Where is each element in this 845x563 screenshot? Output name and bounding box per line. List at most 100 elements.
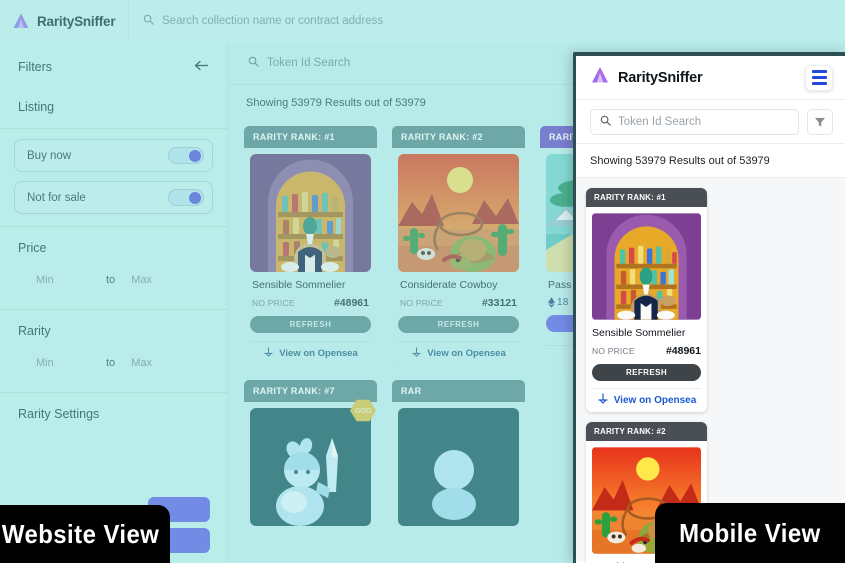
rarity-settings-heading[interactable]: Rarity Settings	[0, 393, 227, 435]
mobile-view-label-text: Mobile View	[679, 517, 821, 548]
triangle-logo-icon	[12, 12, 30, 30]
rarity-rank-badge: RARITY RANK: #7	[244, 380, 377, 402]
view-on-opensea-link[interactable]: View on Opensea	[592, 388, 701, 406]
nft-title: Considerate Cowboy	[400, 279, 498, 291]
nft-artwork-crystal-misc	[398, 408, 519, 526]
mobile-token-search-input[interactable]: Token Id Search	[590, 108, 799, 135]
nft-title: Sensible Sommelier	[252, 279, 346, 291]
nft-card-body: GOO	[244, 399, 377, 540]
search-icon	[600, 113, 611, 131]
view-on-opensea-link[interactable]: View on Opensea	[398, 341, 519, 359]
rarity-max-input[interactable]	[125, 350, 192, 376]
toggle-not-for-sale-switch[interactable]	[168, 189, 204, 206]
nft-token-id: #48961	[333, 297, 369, 309]
hamburger-line	[811, 82, 827, 85]
opensea-boat-icon	[411, 346, 422, 360]
nft-price-row: NO PRICE #33121	[400, 297, 517, 309]
rarity-rank-badge: RARITY RANK: #2	[586, 422, 707, 441]
nft-price-row: NO PRICE #48961	[252, 297, 369, 309]
mobile-view-label-banner: Mobile View	[655, 503, 845, 563]
price-section-heading: Price	[18, 241, 47, 255]
filter-funnel-icon[interactable]	[807, 108, 833, 135]
website-view-label-text: Website View	[2, 518, 160, 549]
rarity-range-separator: to	[106, 357, 116, 369]
global-search-placeholder: Search collection name or contract addre…	[162, 15, 384, 27]
switch-knob	[189, 149, 201, 162]
mobile-view-screenshot: RaritySniffer Token Id Search Showing 53…	[573, 52, 845, 563]
refresh-button[interactable]: REFRESH	[592, 364, 701, 381]
rarity-rank-badge: RARITY RANK: #1	[586, 188, 707, 207]
nft-token-id: #33121	[481, 297, 517, 309]
nft-card[interactable]: RARITY RANK: #1 Sensible Sommelier NO PR…	[586, 188, 707, 412]
mobile-header: RaritySniffer	[576, 56, 845, 100]
nft-card-body	[392, 402, 525, 540]
nft-card-body: Sensible Sommelier NO PRICE #48961 REFRE…	[586, 207, 707, 412]
refresh-button[interactable]: REFRESH	[398, 316, 519, 333]
search-icon	[248, 54, 259, 72]
nft-card[interactable]: RARITY RANK: #7 GOO	[244, 380, 377, 540]
price-range-separator: to	[106, 274, 116, 286]
nft-card-body: Considerate Cowboy NO PRICE #33121 REFRE…	[392, 148, 525, 366]
brand-logo-group[interactable]: RaritySniffer	[0, 12, 120, 30]
filters-header: Filters	[0, 42, 227, 86]
switch-knob	[189, 191, 201, 204]
mobile-results-count-text: Showing 53979 Results out of 53979	[576, 144, 845, 178]
toggle-not-for-sale-label: Not for sale	[27, 191, 86, 204]
arrow-left-icon[interactable]	[194, 58, 209, 76]
brand-name-label: RaritySniffer	[37, 13, 116, 29]
opensea-boat-icon	[263, 346, 274, 360]
hamburger-line	[811, 76, 827, 79]
mobile-brand-group[interactable]: RaritySniffer	[590, 65, 703, 90]
opensea-link-label: View on Opensea	[613, 394, 697, 406]
rarity-rank-badge: RARITY RANK: #1	[244, 126, 377, 148]
nft-card[interactable]: RARITY RANK: #2	[392, 126, 525, 370]
token-search-placeholder: Token Id Search	[267, 57, 351, 69]
price-max-input[interactable]	[125, 267, 192, 293]
triangle-logo-icon	[590, 65, 610, 90]
opensea-boat-icon	[597, 393, 609, 407]
hamburger-line	[811, 70, 827, 73]
nft-card[interactable]: RARITY RANK: #1 Sensible Sommelier NO PR…	[244, 126, 377, 370]
nft-price-label: NO PRICE	[252, 298, 295, 308]
filters-title: Filters	[18, 60, 53, 74]
nft-artwork-sommelier	[250, 154, 371, 272]
opensea-link-label: View on Opensea	[279, 347, 358, 359]
toggle-buy-now[interactable]: Buy now	[14, 139, 213, 172]
hamburger-menu-icon[interactable]	[805, 64, 833, 91]
website-view-label-banner: Website View	[0, 505, 170, 563]
nft-card-body: Sensible Sommelier NO PRICE #48961 REFRE…	[244, 148, 377, 366]
refresh-button[interactable]: REFRESH	[250, 316, 371, 333]
mobile-brand-name-label: RaritySniffer	[618, 69, 703, 86]
rarity-range-inputs: to	[0, 342, 227, 393]
nft-price-label: NO PRICE	[592, 346, 635, 356]
rarity-rank-badge: RARITY RANK: #2	[392, 126, 525, 148]
nft-artwork-cowboy	[398, 154, 519, 272]
rarity-section-heading: Rarity	[18, 324, 51, 338]
mobile-token-search-placeholder: Token Id Search	[618, 115, 702, 128]
ethereum-icon	[548, 297, 555, 308]
nft-card[interactable]: RAR	[392, 380, 525, 540]
toggle-buy-now-switch[interactable]	[168, 147, 204, 164]
toggle-buy-now-label: Buy now	[27, 149, 72, 162]
view-on-opensea-link[interactable]: View on Opensea	[250, 341, 371, 359]
search-icon	[143, 12, 154, 30]
rarity-min-input[interactable]	[30, 350, 96, 376]
rarity-rank-badge: RAR	[392, 380, 525, 402]
top-navigation-bar: RaritySniffer Search collection name or …	[0, 0, 845, 42]
filters-sidebar: Filters Listing Buy now Not for sale Pri…	[0, 42, 228, 563]
global-search-input[interactable]: Search collection name or contract addre…	[128, 0, 845, 42]
nft-price-label: NO PRICE	[400, 298, 443, 308]
listing-section-heading: Listing	[0, 86, 227, 129]
price-min-input[interactable]	[30, 267, 96, 293]
nft-price-label: 18	[548, 297, 569, 308]
price-range-inputs: to	[0, 259, 227, 310]
toggle-not-for-sale[interactable]: Not for sale	[14, 181, 213, 214]
nft-artwork-crystal-knight	[250, 408, 371, 526]
listing-toggle-group: Buy now Not for sale	[0, 129, 227, 227]
nft-price-row: NO PRICE #48961	[592, 345, 701, 357]
nft-artwork-sommelier	[592, 213, 701, 320]
mobile-search-row: Token Id Search	[576, 100, 845, 144]
nft-token-id: #48961	[665, 345, 701, 357]
nft-title: Sensible Sommelier	[592, 327, 686, 339]
opensea-link-label: View on Opensea	[427, 347, 506, 359]
